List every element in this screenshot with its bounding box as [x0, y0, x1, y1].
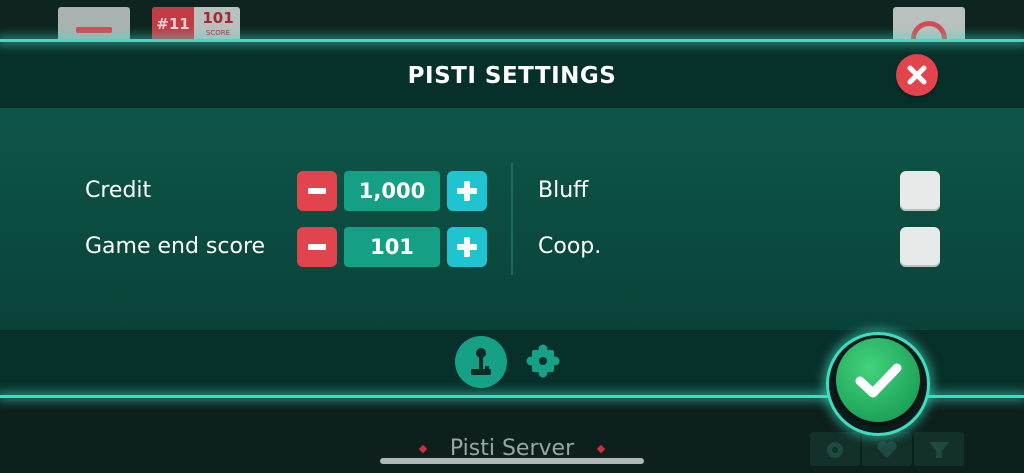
- heart-icon: [862, 432, 912, 466]
- puzzle-icon: [526, 344, 560, 378]
- coop-checkbox[interactable]: [900, 227, 940, 267]
- bluff-checkbox[interactable]: [900, 171, 940, 211]
- gear-icon: [810, 432, 860, 466]
- bluff-label: Bluff: [538, 178, 589, 203]
- diamond-icon: [418, 444, 428, 454]
- tab-extensions[interactable]: [522, 340, 564, 382]
- game-end-score-increase-button[interactable]: [447, 227, 487, 267]
- rank-badge: #11: [152, 7, 194, 43]
- minus-icon: [308, 244, 326, 250]
- close-button[interactable]: [896, 54, 938, 96]
- joystick-icon: [471, 348, 491, 375]
- game-end-score-decrease-button[interactable]: [297, 227, 337, 267]
- confirm-button[interactable]: [836, 338, 920, 422]
- rank-score-badge: #11 101 SCORE: [152, 7, 240, 43]
- dialog-title: PISTI SETTINGS: [407, 63, 617, 89]
- game-end-score-value: 101: [344, 227, 440, 267]
- close-icon: [907, 65, 927, 85]
- filter-icon: [914, 432, 964, 466]
- minus-icon: [308, 188, 326, 194]
- home-indicator: [380, 458, 644, 464]
- score-value: 101: [202, 9, 234, 27]
- coop-label: Coop.: [538, 234, 602, 259]
- credit-decrease-button[interactable]: [297, 171, 337, 211]
- credit-value: 1,000: [344, 171, 440, 211]
- score-label: SCORE: [205, 29, 231, 37]
- column-divider: [511, 163, 513, 275]
- checkmark-icon: [855, 363, 902, 398]
- tab-game-settings[interactable]: [455, 336, 507, 388]
- credit-increase-button[interactable]: [447, 171, 487, 211]
- top-glow-line: [0, 39, 1024, 42]
- credit-label: Credit: [85, 178, 152, 203]
- diamond-icon: [596, 444, 606, 454]
- menu-icon: [76, 27, 112, 33]
- game-end-score-label: Game end score: [85, 234, 266, 259]
- dialog-header: PISTI SETTINGS: [0, 42, 1024, 108]
